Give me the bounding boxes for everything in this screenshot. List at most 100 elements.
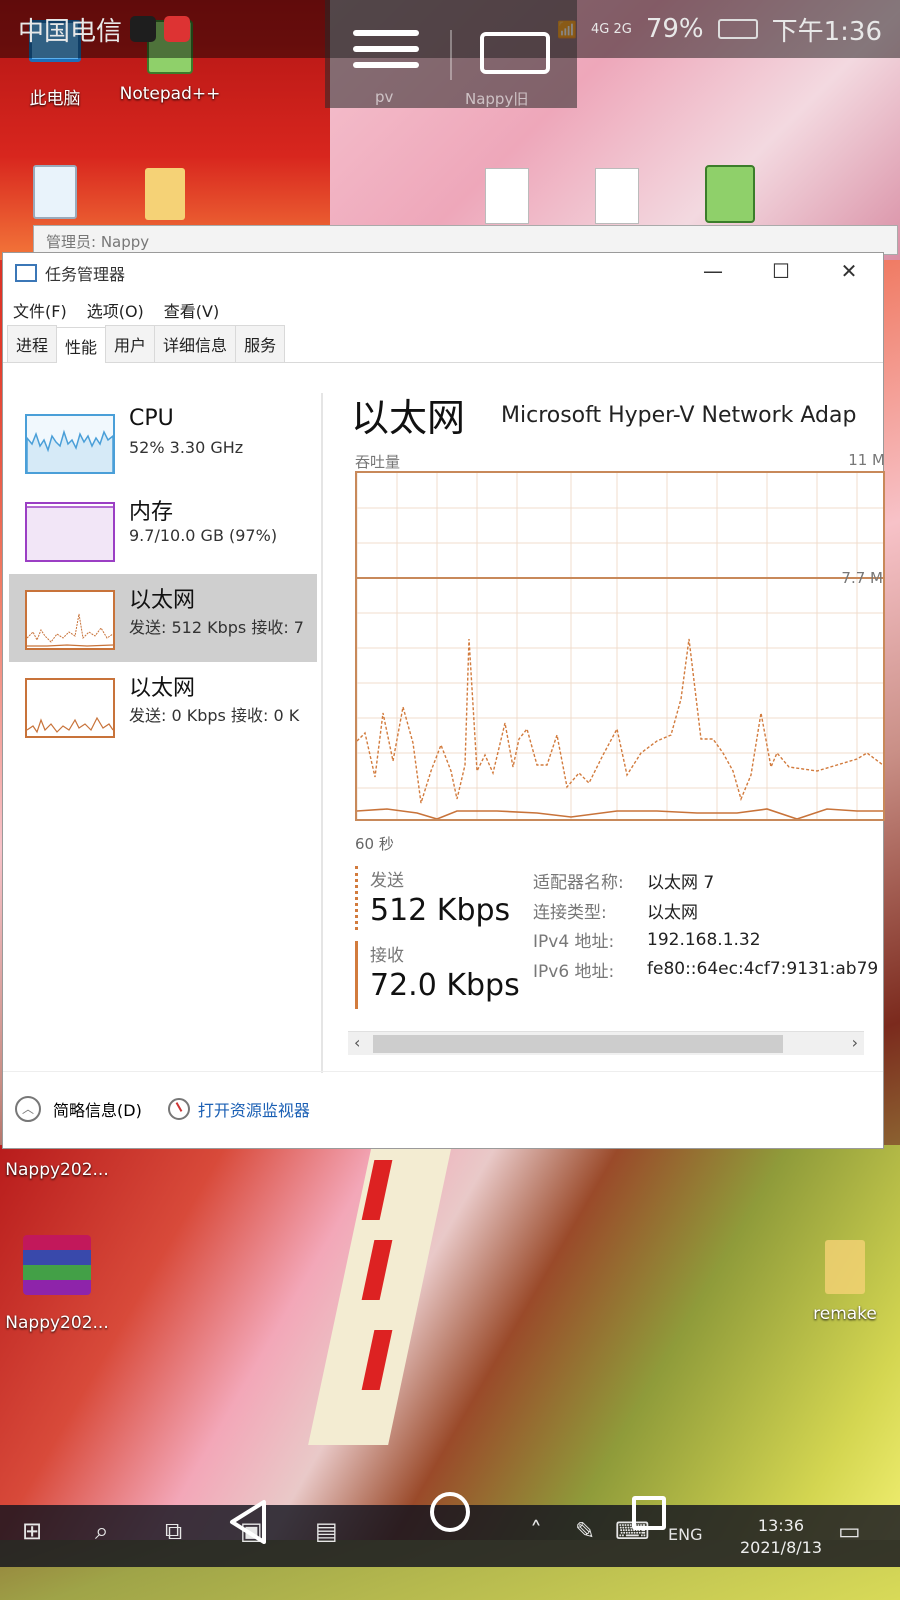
battery-icon xyxy=(717,19,758,39)
window-controls: — ☐ ✕ xyxy=(679,253,883,289)
property-key: 适配器名称: xyxy=(533,873,624,894)
text-file-icon xyxy=(595,168,639,224)
tab-bar: 进程 性能 用户 详细信息 服务 xyxy=(3,325,883,363)
memory-thumbnail-graph xyxy=(25,502,115,562)
tab-processes[interactable]: 进程 xyxy=(7,325,58,362)
property-key: IPv4 地址: xyxy=(533,932,615,953)
resource-usage: 9.7/10.0 GB (97%) xyxy=(129,526,278,545)
horizontal-scrollbar[interactable]: ‹ › xyxy=(348,1031,864,1055)
desktop-icon-file[interactable] xyxy=(482,168,532,224)
property-value: 192.168.1.32 xyxy=(647,929,761,950)
cpu-thumbnail-graph xyxy=(25,414,115,474)
network-type: 4G 2G xyxy=(590,21,632,37)
brief-info-button[interactable]: 简略信息(D) xyxy=(53,1097,142,1121)
notepadpp-icon xyxy=(705,165,755,223)
task-manager-icon xyxy=(15,264,37,282)
property-value: 以太网 7 xyxy=(647,873,715,894)
scroll-right-arrow-icon[interactable]: › xyxy=(852,1033,858,1052)
wallpaper-region xyxy=(0,1145,900,1540)
taskbar: ⊞ ⌕ ⧉ ▣ ▤ ˄ ✎ ⌨ ENG 13:36 2021/8/13 ▭ xyxy=(0,1505,900,1567)
desktop-icon-recycle-bin[interactable] xyxy=(25,165,85,219)
recycle-bin-icon xyxy=(33,165,77,219)
tab-services[interactable]: 服务 xyxy=(235,325,286,362)
tab-users[interactable]: 用户 xyxy=(105,325,156,362)
search-icon[interactable]: ⌕ xyxy=(95,1517,108,1545)
menu-file[interactable]: 文件(F) xyxy=(13,298,67,322)
collapse-chevron-icon[interactable]: ︿ xyxy=(15,1095,41,1122)
desktop-icon-notepadpp-2[interactable] xyxy=(695,165,765,223)
receive-value: 72.0 Kbps xyxy=(370,968,520,1003)
task-manager-window: 任务管理器 — ☐ ✕ 文件(F) 选项(O) 查看(V) 进程 性能 用户 详… xyxy=(2,252,885,1149)
graph-time-span: 60 秒 xyxy=(355,835,394,853)
resource-item-cpu[interactable]: CPU 52% 3.30 GHz xyxy=(9,398,317,486)
property-value: fe80::64ec:4cf7:9131:ab79 xyxy=(647,959,879,980)
adapter-properties: 适配器名称: 以太网 7 连接类型: 以太网 IPv4 地址: 192.168.… xyxy=(533,866,878,984)
background-console-window[interactable]: 管理员: Nappy xyxy=(33,225,898,255)
qq-icon xyxy=(130,16,157,42)
toolbar-divider xyxy=(450,30,452,80)
touch-keyboard-icon[interactable]: ⌨ xyxy=(615,1517,650,1545)
taskbar-task-manager-icon[interactable]: ▤ xyxy=(315,1517,338,1545)
resource-list: CPU 52% 3.30 GHz 内存 9.7/10.0 GB (97%) 以太… xyxy=(9,398,317,1088)
tab-performance[interactable]: 性能 xyxy=(56,327,107,363)
taskbar-app-icon[interactable]: ▣ xyxy=(240,1517,263,1545)
scroll-left-arrow-icon[interactable]: ‹ xyxy=(354,1033,360,1052)
resource-name: CPU xyxy=(129,406,174,431)
pen-icon[interactable]: ✎ xyxy=(575,1517,595,1545)
menu-bar: 文件(F) 选项(O) 查看(V) xyxy=(3,293,883,327)
resource-item-ethernet-2[interactable]: 以太网 发送: 0 Kbps 接收: 0 K xyxy=(9,662,317,750)
send-stat: 发送 512 Kbps xyxy=(355,866,525,930)
taskbar-clock[interactable]: 13:36 2021/8/13 xyxy=(740,1515,822,1559)
ethernet-thumbnail-graph xyxy=(25,678,115,738)
winrar-archive-icon xyxy=(23,1235,91,1295)
open-resource-monitor-link[interactable]: 打开资源监视器 xyxy=(167,1097,310,1121)
desktop-icon-nappy-2[interactable]: Nappy202... xyxy=(2,1235,112,1333)
tab-details[interactable]: 详细信息 xyxy=(154,325,237,362)
desktop-icon-nappy-1[interactable]: Nappy202... xyxy=(2,1160,112,1180)
close-button[interactable]: ✕ xyxy=(815,253,883,289)
folder-icon xyxy=(825,1240,865,1294)
desktop-icon-text-file[interactable] xyxy=(592,168,642,224)
send-value: 512 Kbps xyxy=(370,893,511,928)
property-row: 适配器名称: 以太网 7 xyxy=(533,866,878,896)
keyboard-icon[interactable] xyxy=(480,32,550,74)
menu-icon[interactable] xyxy=(353,30,419,78)
resource-monitor-label: 打开资源监视器 xyxy=(197,1100,310,1120)
panel-divider[interactable] xyxy=(321,393,323,1073)
clock-time: 13:36 xyxy=(757,1516,805,1535)
window-title: 任务管理器 xyxy=(45,265,126,284)
status-time: 下午1:36 xyxy=(771,16,882,47)
scrollbar-thumb[interactable] xyxy=(373,1035,783,1053)
chevron-up-icon[interactable]: ˄ xyxy=(530,1517,542,1545)
windows-start-icon[interactable]: ⊞ xyxy=(22,1517,42,1545)
clock-date: 2021/8/13 xyxy=(739,1538,822,1557)
toolbar-label: pv xyxy=(375,88,394,106)
resource-name: 内存 xyxy=(129,500,174,525)
carrier-name: 中国电信 xyxy=(18,16,123,47)
send-label: 发送 xyxy=(370,871,404,891)
property-value: 以太网 xyxy=(647,902,698,923)
maximize-button[interactable]: ☐ xyxy=(747,253,815,289)
resource-item-memory[interactable]: 内存 9.7/10.0 GB (97%) xyxy=(9,486,317,574)
remote-toolbar: pv Nappy旧 xyxy=(325,0,577,108)
desktop-icon-remake[interactable]: remake xyxy=(800,1240,890,1324)
resource-usage: 52% 3.30 GHz xyxy=(129,438,244,457)
menu-view[interactable]: 查看(V) xyxy=(164,298,219,322)
throughput-graph xyxy=(355,471,885,821)
resource-item-ethernet-1[interactable]: 以太网 发送: 512 Kbps 接收: 7 xyxy=(9,574,317,662)
desktop-icon-folder[interactable] xyxy=(140,168,190,220)
app-notification-icon xyxy=(164,16,191,42)
minimize-button[interactable]: — xyxy=(679,253,747,289)
ethernet-thumbnail-graph xyxy=(25,590,115,650)
resource-usage: 发送: 0 Kbps 接收: 0 K xyxy=(129,706,300,725)
resource-name: 以太网 xyxy=(129,676,196,701)
task-view-icon[interactable]: ⧉ xyxy=(165,1517,182,1545)
notification-icon[interactable]: ▭ xyxy=(838,1517,861,1545)
resource-usage: 发送: 512 Kbps 接收: 7 xyxy=(129,618,304,637)
input-language[interactable]: ENG xyxy=(668,1525,702,1544)
menu-options[interactable]: 选项(O) xyxy=(87,298,144,322)
property-row: IPv6 地址: fe80::64ec:4cf7:9131:ab79 xyxy=(533,955,878,985)
battery-percent: 79% xyxy=(645,14,704,44)
folder-icon xyxy=(145,168,185,220)
title-bar[interactable]: 任务管理器 — ☐ ✕ xyxy=(3,253,883,293)
